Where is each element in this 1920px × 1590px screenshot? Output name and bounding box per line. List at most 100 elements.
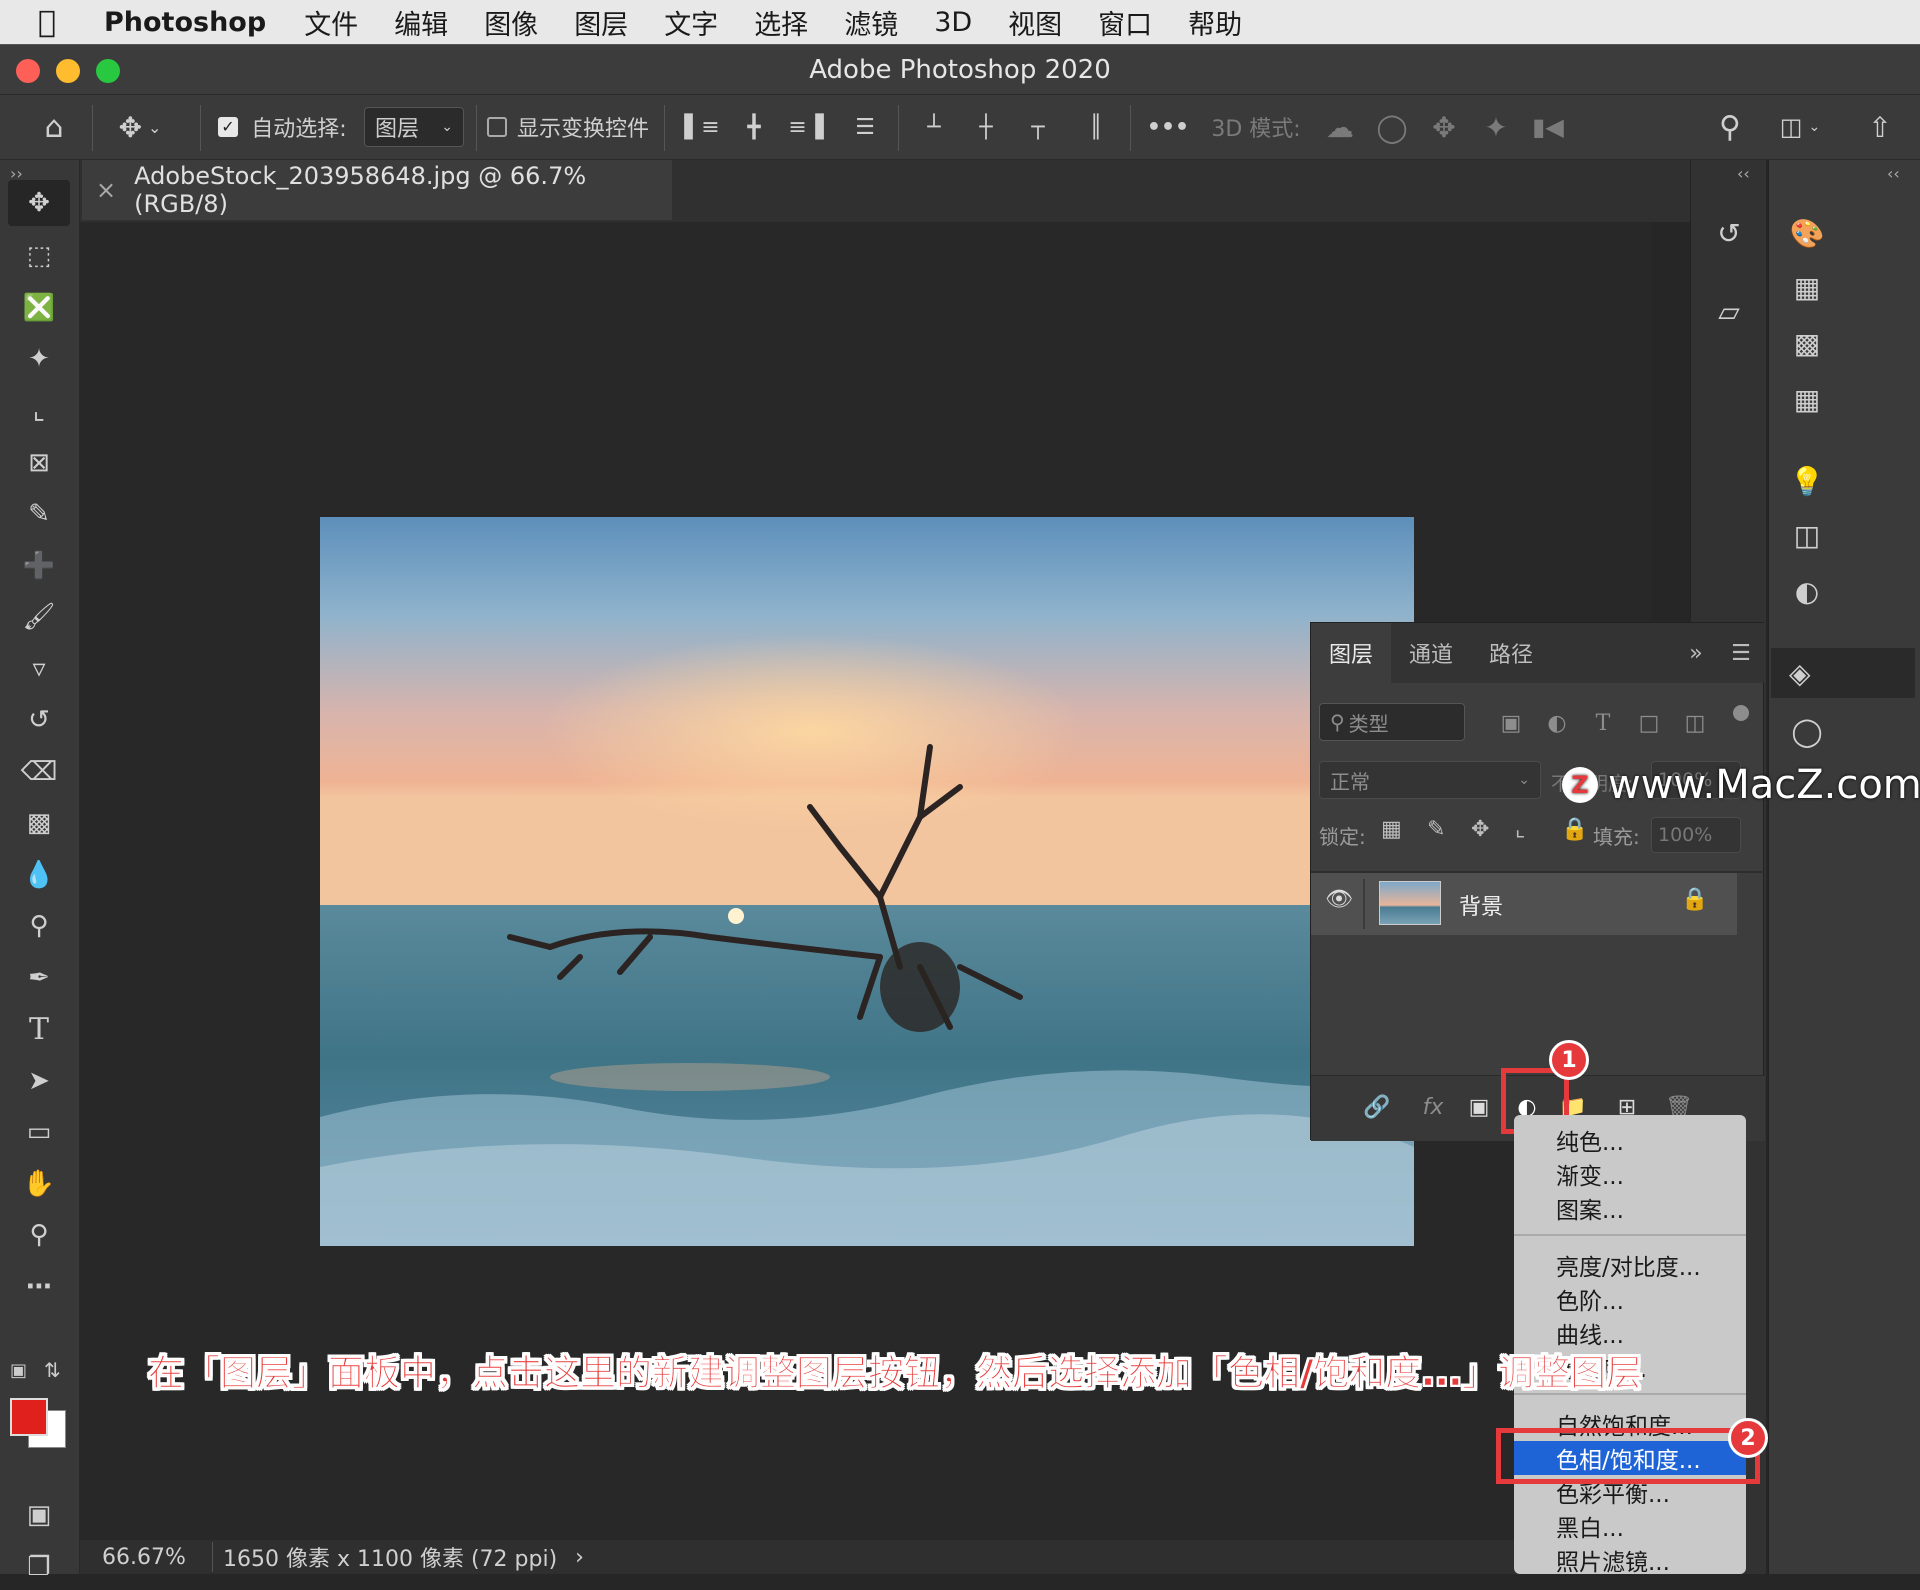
tab-layers[interactable]: 图层: [1311, 623, 1391, 683]
foreground-color-swatch[interactable]: [10, 1398, 48, 1436]
menu-item-brightness-contrast[interactable]: 亮度/对比度...: [1514, 1248, 1746, 1282]
lock-transparent-icon[interactable]: ▦: [1381, 817, 1402, 842]
rectangle-tool-icon[interactable]: ▭: [8, 1109, 70, 1155]
layer-name[interactable]: 背景: [1459, 889, 1503, 921]
move-tool-preset-icon[interactable]: ✥ ⌄: [112, 107, 168, 147]
marquee-tool-icon[interactable]: ⬚: [8, 233, 70, 279]
lasso-tool-icon[interactable]: ❎: [8, 285, 70, 331]
apple-icon[interactable]: : [38, 5, 78, 40]
filter-smart-object-icon[interactable]: ◫: [1675, 693, 1715, 753]
brush-tool-icon[interactable]: 🖌: [8, 594, 70, 640]
more-options-icon[interactable]: •••: [1147, 107, 1189, 147]
learn-panel-icon[interactable]: 💡: [1777, 456, 1837, 506]
menu-type[interactable]: 文字: [664, 3, 718, 42]
menu-image[interactable]: 图像: [484, 3, 538, 42]
search-icon[interactable]: ⚲: [1710, 107, 1750, 147]
patterns-panel-icon[interactable]: ▦: [1777, 374, 1837, 424]
libraries-panel-icon[interactable]: ◫: [1777, 510, 1837, 560]
adjustments-panel-icon[interactable]: ◐: [1777, 566, 1837, 616]
eraser-tool-icon[interactable]: ⌫: [8, 749, 70, 795]
eye-icon[interactable]: 👁: [1325, 887, 1353, 912]
color-panel-icon[interactable]: 🎨: [1777, 208, 1837, 258]
3d-panel-icon[interactable]: ▱: [1699, 286, 1759, 336]
lock-pixels-icon[interactable]: ✎: [1427, 817, 1445, 842]
3d-scale-icon[interactable]: ▮◀: [1528, 107, 1568, 147]
zoom-level[interactable]: 66.67%: [102, 1545, 202, 1570]
pen-tool-icon[interactable]: ✒: [8, 955, 70, 1001]
workspace-icon[interactable]: ◫ ⌄: [1770, 107, 1830, 147]
3d-roll-icon[interactable]: ◯: [1372, 107, 1412, 147]
blend-mode-dropdown[interactable]: 正常 ⌄: [1319, 761, 1541, 799]
eyedropper-tool-icon[interactable]: ✎: [8, 491, 70, 537]
align-bottom-icon[interactable]: ┬: [1022, 107, 1054, 147]
collapse-dock-icon-2[interactable]: ‹‹: [1887, 164, 1900, 183]
menu-window[interactable]: 窗口: [1098, 3, 1152, 42]
menu-item-photo-filter[interactable]: 照片滤镜...: [1514, 1543, 1746, 1577]
channels-panel-icon[interactable]: ◯: [1777, 706, 1837, 756]
menu-item-gradient[interactable]: 渐变...: [1514, 1157, 1746, 1191]
default-colors-icon[interactable]: ▣: [10, 1360, 27, 1381]
swap-colors-icon[interactable]: ⇅: [44, 1358, 61, 1382]
document-image[interactable]: [320, 517, 1414, 1246]
align-left-icon[interactable]: ▌≡: [684, 107, 719, 147]
align-top-icon[interactable]: ┴: [918, 107, 950, 147]
close-tab-icon[interactable]: ×: [96, 176, 116, 204]
3d-pan-icon[interactable]: ✥: [1424, 107, 1464, 147]
tab-channels[interactable]: 通道: [1391, 623, 1471, 683]
menu-layer[interactable]: 图层: [574, 3, 628, 42]
history-panel-icon[interactable]: ↺: [1699, 208, 1759, 258]
hand-tool-icon[interactable]: ✋: [8, 1161, 70, 1207]
fill-field[interactable]: 100%: [1651, 817, 1741, 853]
3d-orbit-icon[interactable]: ☁: [1320, 107, 1360, 147]
align-middle-v-icon[interactable]: ┼: [970, 107, 1002, 147]
menu-edit[interactable]: 编辑: [394, 3, 448, 42]
align-right-icon[interactable]: ≡▐: [788, 107, 823, 147]
history-brush-tool-icon[interactable]: ↺: [8, 697, 70, 743]
crop-tool-icon[interactable]: ⌞: [8, 388, 70, 434]
menu-select[interactable]: 选择: [754, 3, 808, 42]
menu-file[interactable]: 文件: [304, 3, 358, 42]
menu-item-solid-color[interactable]: 纯色...: [1514, 1123, 1746, 1157]
lock-position-icon[interactable]: ✥: [1471, 817, 1489, 842]
gradient-tool-icon[interactable]: ▩: [8, 800, 70, 846]
path-selection-tool-icon[interactable]: ➤: [8, 1058, 70, 1104]
menu-item-pattern[interactable]: 图案...: [1514, 1191, 1746, 1225]
document-tab[interactable]: × AdobeStock_203958648.jpg @ 66.7%(RGB/8…: [82, 160, 672, 220]
status-menu-icon[interactable]: ›: [575, 1545, 584, 1570]
auto-select-checkbox[interactable]: ✓: [216, 107, 240, 147]
menu-view[interactable]: 视图: [1008, 3, 1062, 42]
filter-toggle[interactable]: [1733, 705, 1749, 721]
filter-pixel-icon[interactable]: ▣: [1491, 693, 1531, 753]
type-tool-icon[interactable]: T: [8, 1006, 70, 1052]
layer-lock-icon[interactable]: 🔒: [1681, 887, 1708, 912]
home-icon[interactable]: ⌂: [32, 107, 76, 147]
menu-app-name[interactable]: Photoshop: [104, 7, 266, 38]
share-icon[interactable]: ⇧: [1860, 107, 1900, 147]
frame-tool-icon[interactable]: ⊠: [8, 440, 70, 486]
healing-brush-tool-icon[interactable]: ➕: [8, 543, 70, 589]
dodge-tool-icon[interactable]: ⚲: [8, 903, 70, 949]
quick-mask-icon[interactable]: ▣: [8, 1492, 70, 1538]
link-layers-icon[interactable]: 🔗: [1355, 1077, 1399, 1137]
layers-panel-icon[interactable]: ◈: [1771, 648, 1915, 698]
menu-help[interactable]: 帮助: [1188, 3, 1242, 42]
layer-row-background[interactable]: 👁 背景 🔒: [1311, 873, 1737, 935]
swatches-panel-icon[interactable]: ▦: [1777, 262, 1837, 312]
menu-filter[interactable]: 滤镜: [844, 3, 898, 42]
zoom-tool-icon[interactable]: ⚲: [8, 1212, 70, 1258]
screen-mode-icon[interactable]: ❐: [8, 1544, 70, 1590]
distribute-icon[interactable]: ☰: [848, 107, 882, 147]
filter-type-icon[interactable]: T: [1583, 693, 1623, 753]
add-mask-icon[interactable]: ▣: [1457, 1077, 1501, 1137]
align-center-h-icon[interactable]: ╋: [738, 107, 770, 147]
3d-slide-icon[interactable]: ✦: [1476, 107, 1516, 147]
collapse-dock-icon[interactable]: ‹‹: [1737, 164, 1750, 183]
edit-toolbar-icon[interactable]: ⋯: [8, 1264, 70, 1310]
blur-tool-icon[interactable]: 💧: [8, 852, 70, 898]
panel-menu-icon[interactable]: ☰: [1723, 623, 1759, 683]
lock-all-icon[interactable]: 🔒: [1561, 817, 1588, 842]
auto-select-dropdown[interactable]: 图层 ⌄: [364, 107, 464, 147]
menu-item-levels[interactable]: 色阶...: [1514, 1282, 1746, 1316]
tab-paths[interactable]: 路径: [1471, 623, 1551, 683]
filter-adjustment-icon[interactable]: ◐: [1537, 693, 1577, 753]
